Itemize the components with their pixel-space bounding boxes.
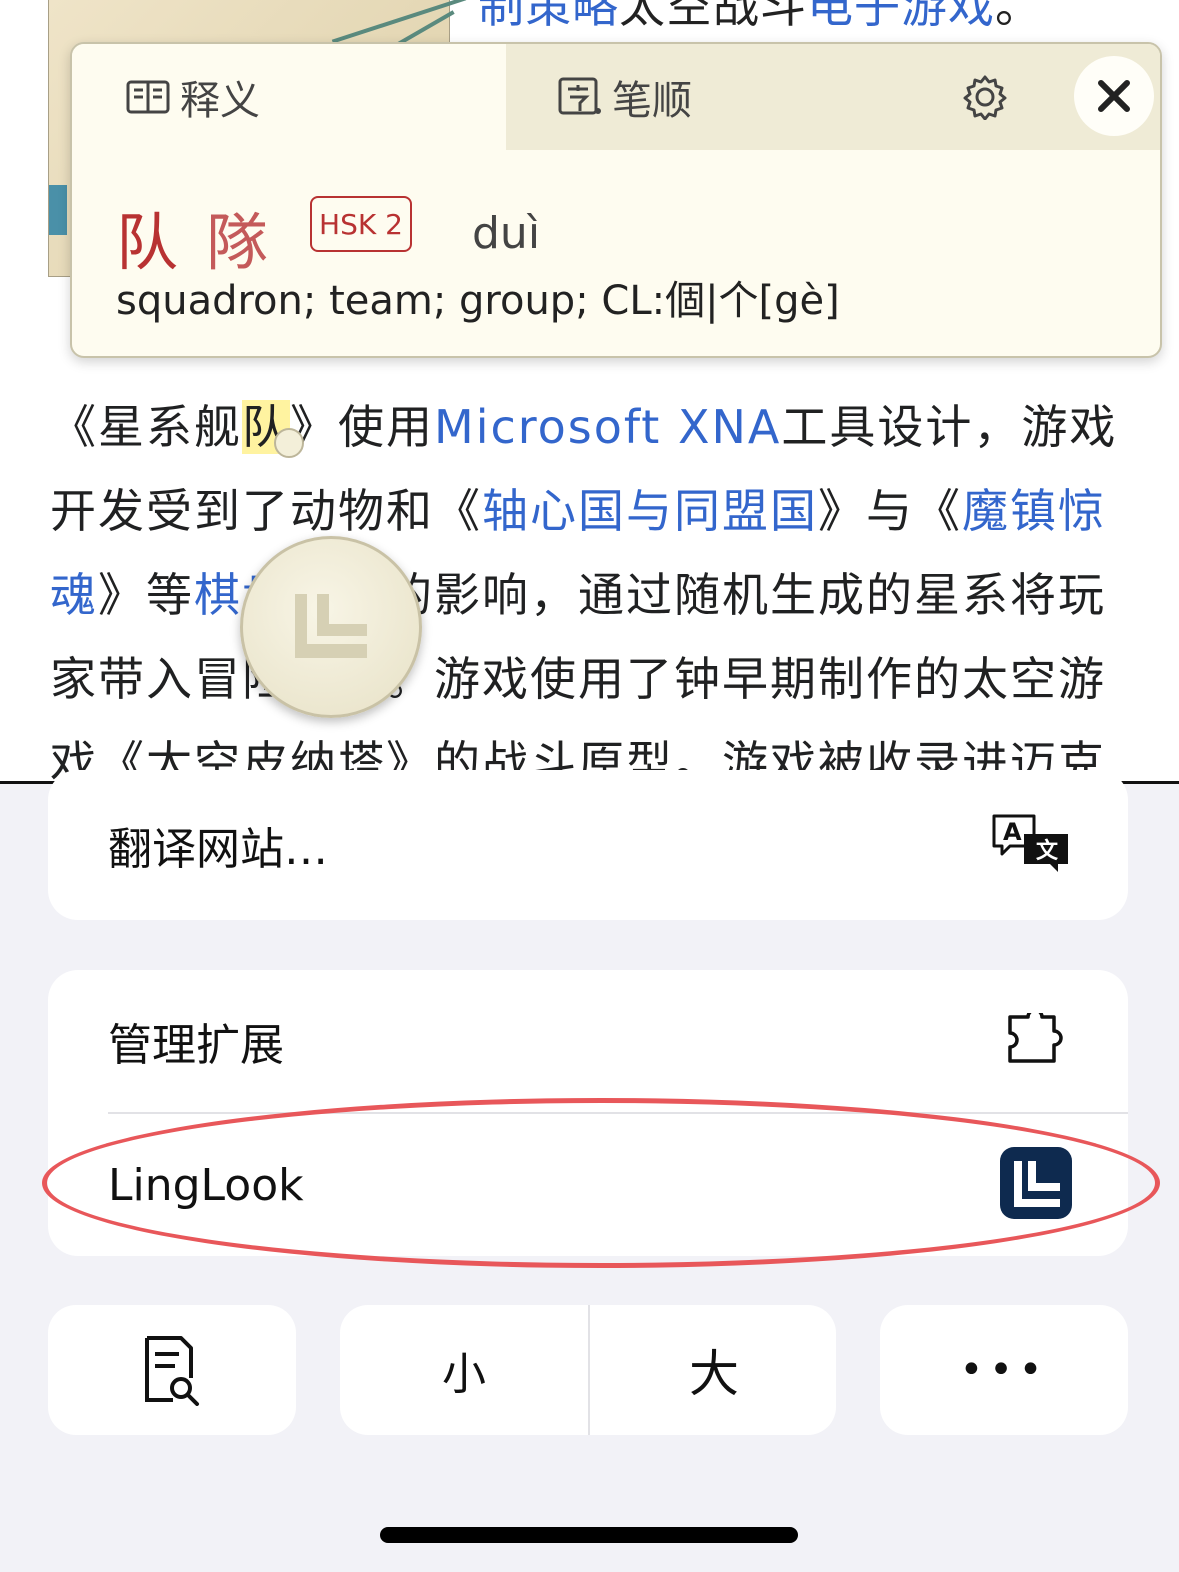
svg-text:文: 文 <box>1036 838 1059 864</box>
reader-view-button[interactable] <box>48 1305 296 1435</box>
tab-stroke-order[interactable]: 笔顺 <box>506 44 1160 150</box>
article-paragraph: 《星系舰队》使用Microsoft XNA工具设计，游戏开发受到了动物和《轴心国… <box>50 385 1130 784</box>
translate-icon: A 文 <box>990 812 1072 878</box>
extensions-card: 管理扩展 LingLook <box>48 970 1128 1256</box>
increase-text-size-button[interactable]: 大 <box>590 1305 838 1435</box>
selection-handle[interactable] <box>274 428 304 458</box>
translate-website-row[interactable]: 翻译网站… A 文 <box>48 770 1128 920</box>
translate-website-label: 翻译网站… <box>108 824 328 875</box>
article-link[interactable]: 轴心国与同盟国 <box>482 484 818 538</box>
character-icon <box>558 77 601 115</box>
article-text: 》等 <box>98 568 194 622</box>
reader-search-icon <box>145 1336 199 1406</box>
home-indicator <box>380 1527 798 1543</box>
definition-text: squadron; team; group; CL:個|个[gè] <box>116 278 840 324</box>
article-text: 》与《 <box>818 484 962 538</box>
svg-text:A: A <box>1003 818 1022 846</box>
tab-definition[interactable]: 释义 <box>72 44 506 150</box>
linglook-app-icon <box>1000 1147 1072 1223</box>
book-icon <box>126 80 170 114</box>
more-ellipsis-icon: ••• <box>959 1347 1049 1393</box>
link-video-game[interactable]: 电子游戏 <box>807 0 995 33</box>
tab-definition-label: 释义 <box>180 78 260 124</box>
linglook-label: LingLook <box>108 1159 304 1211</box>
tab-stroke-order-label: 笔顺 <box>612 78 692 124</box>
article-text: 《星系舰 <box>50 400 242 454</box>
hsk-level-badge: HSK 2 <box>310 196 412 252</box>
link-strategy[interactable]: 制策略 <box>478 0 619 33</box>
more-options-button[interactable]: ••• <box>880 1305 1128 1435</box>
article-link[interactable]: Microsoft XNA <box>434 400 781 454</box>
text-size-control: 小 大 <box>340 1305 836 1435</box>
settings-gear-icon[interactable] <box>962 74 1008 124</box>
dictionary-popup: 释义 笔顺 队 隊 HSK 2 duì squadron; team; grou… <box>70 42 1162 358</box>
decrease-text-size-button[interactable]: 小 <box>340 1305 588 1435</box>
close-icon <box>1098 80 1130 112</box>
linglook-extension-row[interactable]: LingLook <box>48 1114 1128 1256</box>
manage-extensions-row[interactable]: 管理扩展 <box>48 970 1128 1112</box>
pinyin: duì <box>472 208 541 259</box>
linglook-floating-button[interactable] <box>240 536 422 718</box>
puzzle-piece-icon <box>1006 1008 1072 1069</box>
manage-extensions-label: 管理扩展 <box>108 1020 284 1071</box>
article-text: 》使用 <box>290 400 434 454</box>
linglook-logo-icon <box>295 594 367 658</box>
close-popup-button[interactable] <box>1074 56 1154 136</box>
article-top-line: 制策略太空战斗电子游戏。 <box>478 0 1042 36</box>
